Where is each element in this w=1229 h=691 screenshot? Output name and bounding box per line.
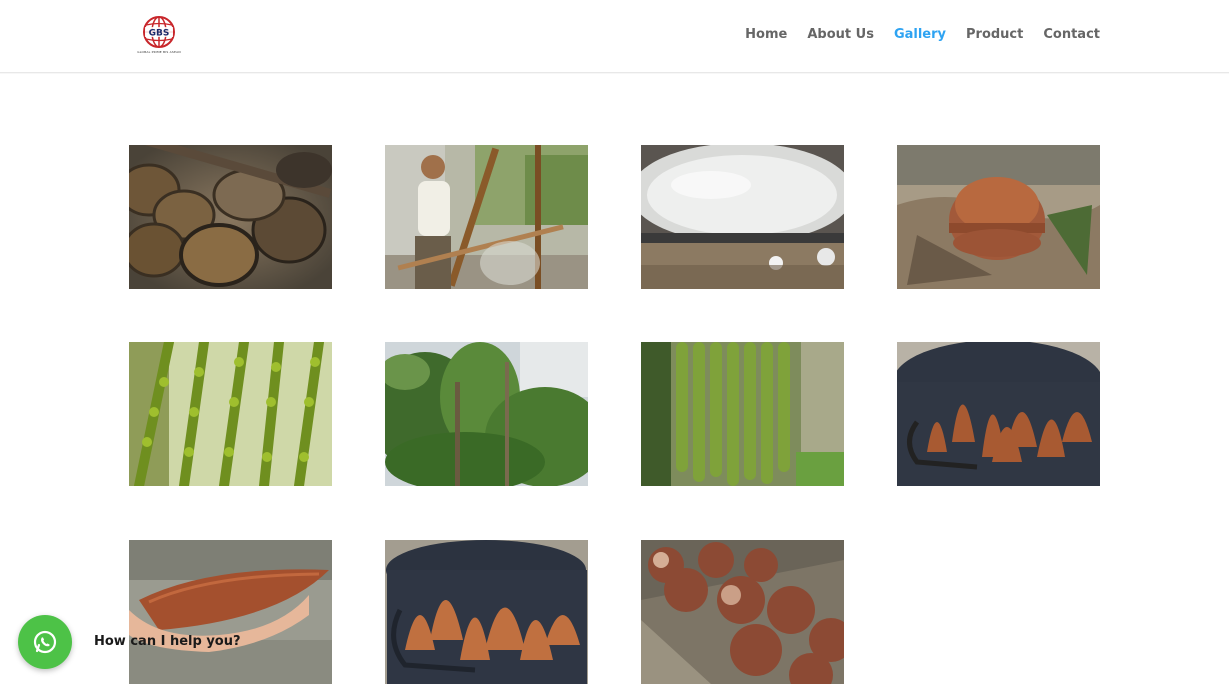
boiling-sap-image — [641, 145, 844, 289]
whatsapp-icon — [33, 630, 57, 654]
gallery-image-palm-sugar-on-leaves[interactable] — [897, 145, 1100, 289]
man-tapping-sap-image — [385, 145, 588, 289]
site-header: GBS GLOBAL PRIME BIS ASEAN Home About Us… — [0, 0, 1229, 73]
nav-product[interactable]: Product — [966, 27, 1023, 42]
palm-sugar-bucket-2-image — [385, 540, 588, 684]
gallery-image-boiling-sap-in-wok[interactable] — [641, 145, 844, 289]
gallery-image-palm-sugar-cones-in-bucket-2[interactable] — [385, 540, 588, 684]
gallery-image-palm-trees-forest[interactable] — [385, 342, 588, 486]
site-logo[interactable]: GBS GLOBAL PRIME BIS ASEAN — [133, 14, 185, 58]
nav-home[interactable]: Home — [745, 27, 787, 42]
gallery-image-man-tapping-palm-sap[interactable] — [385, 145, 588, 289]
main-nav: Home About Us Gallery Product Contact — [745, 27, 1100, 42]
logo-caption: GLOBAL PRIME BIS ASEAN — [137, 50, 181, 54]
chat-prompt-label[interactable]: How can I help you? — [94, 634, 241, 649]
nav-about-us[interactable]: About Us — [807, 27, 874, 42]
palm-fruit-closeup-image — [129, 342, 332, 486]
globe-logo-icon: GBS — [143, 16, 175, 48]
palm-sugar-tray-image — [641, 540, 844, 684]
coconut-shell-molds-image — [129, 145, 332, 289]
gallery-image-palm-sugar-cone-in-hand[interactable] — [129, 540, 332, 684]
palm-sugar-leaves-image — [897, 145, 1100, 289]
gallery-image-palm-sugar-domes-in-tray[interactable] — [641, 540, 844, 684]
whatsapp-chat-button[interactable] — [18, 615, 72, 669]
palm-fruit-strands-image — [641, 342, 844, 486]
palm-sugar-hand-image — [129, 540, 332, 684]
nav-gallery[interactable]: Gallery — [894, 27, 946, 42]
gallery-image-palm-fruit-strands-closeup[interactable] — [129, 342, 332, 486]
logo-text: GBS — [149, 29, 170, 39]
palm-forest-image — [385, 342, 588, 486]
palm-sugar-bucket-image — [897, 342, 1100, 486]
gallery-image-coconut-shell-molds[interactable] — [129, 145, 332, 289]
gallery-image-palm-fruit-hanging-strands[interactable] — [641, 342, 844, 486]
gallery-image-palm-sugar-cones-in-bucket[interactable] — [897, 342, 1100, 486]
nav-contact[interactable]: Contact — [1043, 27, 1100, 42]
